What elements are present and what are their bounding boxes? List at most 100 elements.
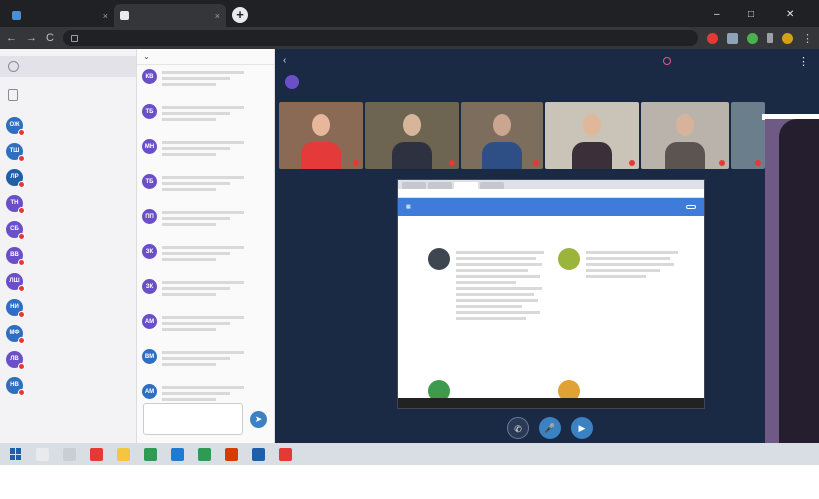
video-tile[interactable] [365,102,459,169]
forward-button[interactable]: → [26,32,37,44]
chat-message: КВ [137,65,274,100]
tab-close-icon[interactable]: × [215,11,220,21]
participant-row[interactable]: ЛШ [0,268,136,294]
message-text-line [162,217,230,220]
side-camera-shadow [779,119,819,443]
participant-body [572,142,612,169]
lock-icon [70,34,78,42]
avatar: МФ [6,324,25,344]
participant-row[interactable]: ТН [0,190,136,216]
maximize-button[interactable]: □ [748,9,754,20]
extension-icon-red[interactable] [707,32,718,44]
avatar: АМ [142,314,157,329]
message-text-line [162,153,216,156]
participant-row[interactable]: ЛР [0,164,136,190]
mic-muted-icon [18,310,25,318]
participant-head [493,114,511,136]
sidebar-item-notes[interactable] [0,84,136,105]
message-text-line [162,176,244,179]
participant-head [583,114,601,136]
avatar: АМ [142,384,157,399]
chevron-down-icon[interactable]: ⌄ [143,52,150,61]
app-icon[interactable] [252,447,265,461]
avatar-initials: ЛШ [9,278,20,284]
chrome-icon[interactable] [144,447,157,461]
chat-input[interactable] [143,403,243,435]
shared-right-column [586,248,681,281]
camera-button[interactable]: ▶ [571,417,593,439]
new-tab-button[interactable]: + [232,7,248,23]
send-button[interactable]: ➤ [250,411,267,428]
browser-menu-button[interactable]: ⋮ [802,32,813,45]
meeting-top-bar: ‹ ⋮ [275,49,819,73]
participant-head [403,114,421,136]
participant-row[interactable]: ТШ [0,138,136,164]
mic-muted-icon [18,128,25,136]
avatar-initials: ВВ [10,252,19,258]
participant-row[interactable]: НВ [0,372,136,398]
mic-muted-icon [18,362,25,370]
yandex2-icon[interactable] [279,447,292,461]
video-tile[interactable] [731,102,765,169]
message-text-line [162,357,230,360]
message-text-line [162,293,216,296]
participant-row[interactable]: ОЖ [0,112,136,138]
back-button[interactable]: ← [6,32,17,44]
sidebar-section-label [0,49,136,56]
address-bar-row: ← → C ⋮ [0,27,819,49]
side-camera-feed [765,119,819,443]
participant-row[interactable]: НИ [0,294,136,320]
browser-tab-1[interactable]: × [6,4,114,27]
windows-start-icon[interactable] [10,448,22,460]
speaker-chip[interactable] [285,75,299,89]
mic-muted-icon [18,258,25,266]
participant-row[interactable]: СБ [0,216,136,242]
avatar: ПП [142,209,157,224]
search-icon[interactable] [36,447,49,461]
message-text-line [162,246,244,249]
meeting-menu-icon[interactable]: ⋮ [798,55,809,68]
yandex-icon[interactable] [90,447,103,461]
puzzle-icon[interactable] [782,32,793,44]
video-tile[interactable] [545,102,639,169]
url-field[interactable] [62,30,698,46]
back-icon[interactable]: ‹ [283,55,286,66]
participant-row[interactable]: ЛВ [0,346,136,372]
participant-body [482,142,522,169]
avatar-initials: МФ [9,330,20,336]
reload-button[interactable]: C [46,32,54,44]
shared-browser-tabs [398,180,704,189]
minimize-button[interactable]: – [714,9,720,20]
mic-muted-icon [719,160,725,166]
leave-call-button[interactable]: ✆ [507,417,529,439]
video-tile[interactable] [461,102,543,169]
meeting-timer [663,57,675,65]
video-tile[interactable] [641,102,729,169]
mic-muted-icon [18,154,25,162]
chat-message-body [162,68,244,97]
close-window-button[interactable]: ✕ [786,9,794,20]
message-text-line [162,71,244,74]
message-text-line [162,223,216,226]
participant-row[interactable]: ВВ [0,242,136,268]
pen-icon[interactable] [767,33,773,43]
participant-row[interactable]: МФ [0,320,136,346]
chat-message-body [162,243,244,272]
browser-tab-2-active[interactable]: × [114,4,226,27]
avatar-initials: ТН [10,200,19,206]
files-icon[interactable] [117,447,130,461]
extension-icon-square[interactable] [727,32,738,44]
chat-message: МН [137,135,274,170]
video-tile[interactable] [279,102,363,169]
browser-tab-bar: × × + – □ ✕ [0,0,819,27]
meeting-stage: ‹ ⋮ ▦ ✆ 🎤 ▶ [275,49,819,443]
microphone-button[interactable]: 🎤 [539,417,561,439]
taskview-icon[interactable] [63,447,76,461]
sidebar-item-files[interactable] [0,56,136,77]
edge-icon[interactable] [171,447,184,461]
office-icon[interactable] [225,447,238,461]
tab-close-icon[interactable]: × [103,11,108,21]
avatar: СБ [6,220,25,240]
shield-icon[interactable] [747,32,758,44]
chrome2-icon[interactable] [198,447,211,461]
